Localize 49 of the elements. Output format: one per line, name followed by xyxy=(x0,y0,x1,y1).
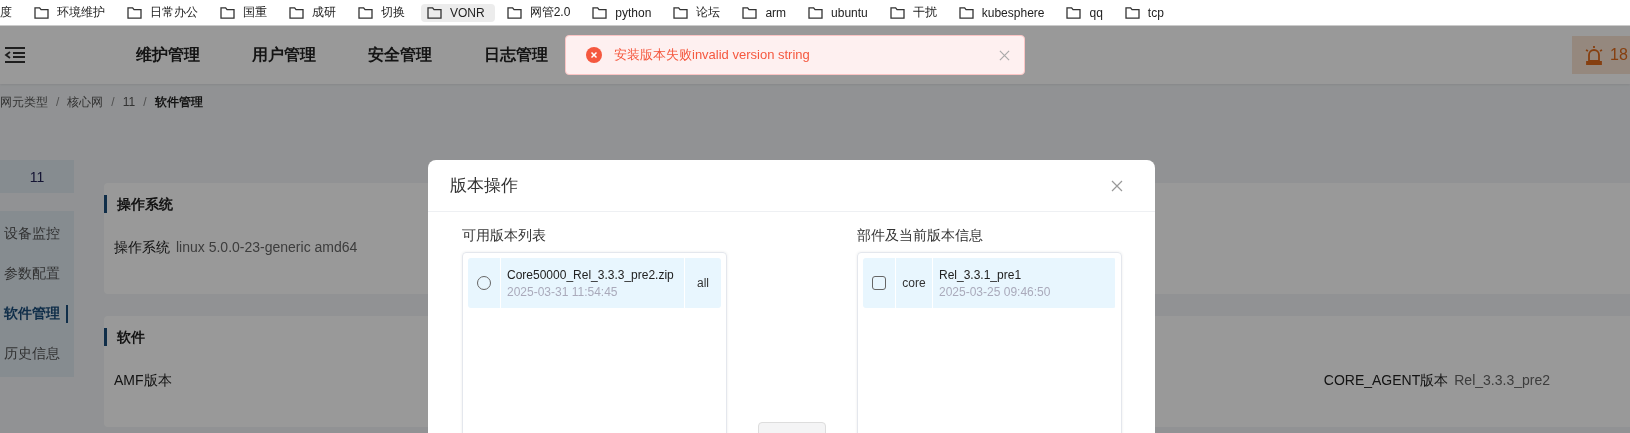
list-title: 部件及当前版本信息 xyxy=(857,226,984,245)
bookmark[interactable]: 环境维护 xyxy=(28,2,115,23)
version-date: 2025-03-31 11:54:45 xyxy=(507,284,619,299)
bookmark[interactable]: kubesphere xyxy=(952,3,1055,22)
component-row[interactable]: core Rel_3.3.1_pre1 2025-03-25 09:46:50 xyxy=(863,258,1116,308)
component-name: core xyxy=(902,276,926,290)
device-name: 11 xyxy=(0,160,74,193)
bookmark[interactable]: VONR xyxy=(421,3,495,22)
bookmark[interactable]: 网管2.0 xyxy=(500,2,581,23)
field-label: AMF版本 xyxy=(114,372,172,390)
version-row[interactable]: Core50000_Rel_3.3.3_pre2.zip 2025-03-31 11:54:45 all xyxy=(468,258,721,308)
breadcrumb-separator: / xyxy=(56,95,60,109)
bookmark[interactable]: qq xyxy=(1060,3,1113,22)
nav-item[interactable]: 用户管理 xyxy=(252,44,316,66)
breadcrumb-separator: / xyxy=(143,95,147,109)
component-version: Rel_3.3.1_pre1 xyxy=(939,267,1023,282)
field-value: Rel_3.3.3_pre2 xyxy=(1454,372,1550,390)
dialog-title: 版本操作 xyxy=(450,175,518,197)
side-menu-item[interactable]: 历史信息 xyxy=(0,334,74,374)
bookmark[interactable]: tcp xyxy=(1118,3,1174,22)
breadcrumb-item[interactable]: 11 xyxy=(122,95,136,109)
bookmark[interactable]: 日常办公 xyxy=(121,2,208,23)
bookmark[interactable]: 切换 xyxy=(352,2,415,23)
breadcrumb-item[interactable]: 网元类型 xyxy=(0,93,48,111)
field-label: CORE_AGENT版本 xyxy=(1323,372,1449,390)
nav-item[interactable]: 日志管理 xyxy=(484,44,548,66)
side-menu-item[interactable]: 设备监控 xyxy=(0,214,74,254)
bookmark[interactable]: 干扰 xyxy=(883,2,947,23)
version-name: Core50000_Rel_3.3.3_pre2.zip xyxy=(507,267,675,282)
side-menu-item[interactable]: 参数配置 xyxy=(0,254,74,294)
bookmark[interactable]: 度 xyxy=(0,2,22,23)
bookmark[interactable]: 论坛 xyxy=(667,2,731,23)
breadcrumb-item[interactable]: 核心网 xyxy=(67,93,104,111)
breadcrumb-item: 软件管理 xyxy=(154,93,203,111)
bookmark[interactable]: ubuntu xyxy=(802,3,878,22)
bookmark[interactable]: arm xyxy=(736,3,797,22)
nav-item[interactable]: 安全管理 xyxy=(368,44,432,66)
breadcrumb-separator: / xyxy=(111,95,115,109)
field-label: 操作系统 xyxy=(114,239,170,257)
bookmark[interactable]: 国重 xyxy=(214,2,277,23)
toast-message: 安装版本失败invalid version string xyxy=(614,46,811,64)
version-target: all xyxy=(697,276,709,290)
bookmark[interactable]: python xyxy=(586,3,662,22)
nav-item[interactable]: 维护管理 xyxy=(136,44,200,66)
field-value: linux 5.0.0-23-generic amd64 xyxy=(176,239,358,257)
side-menu-item[interactable]: 软件管理 xyxy=(0,294,74,334)
bookmark[interactable]: 成研 xyxy=(283,2,346,23)
component-date: 2025-03-25 09:46:50 xyxy=(939,284,1052,299)
list-title: 可用版本列表 xyxy=(462,226,547,245)
